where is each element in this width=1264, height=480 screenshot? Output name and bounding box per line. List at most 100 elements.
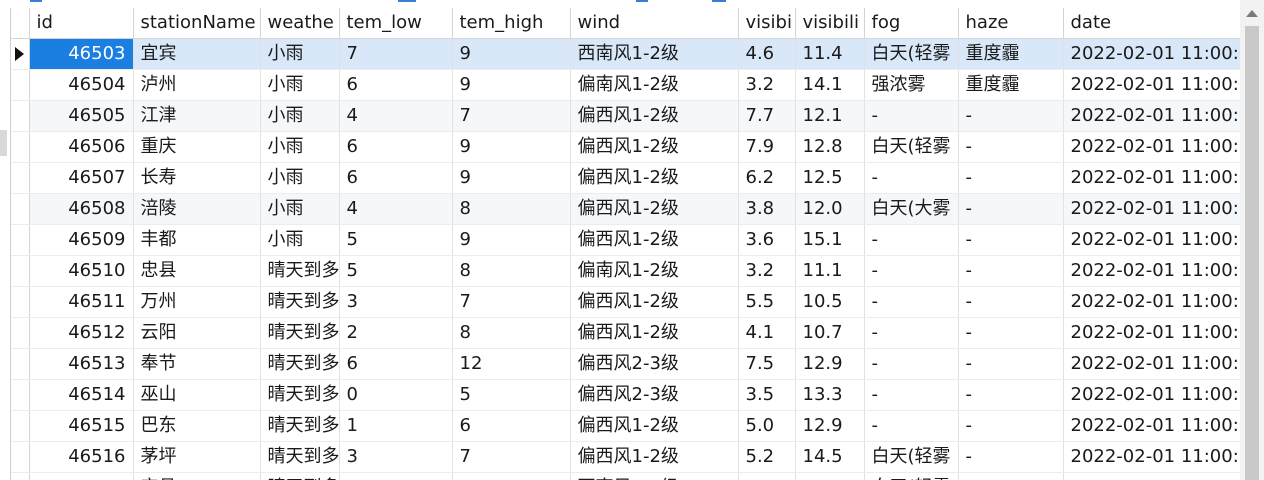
- cell-haze[interactable]: -: [958, 162, 1064, 194]
- table-row[interactable]: 46509 丰都 小雨 5 9 偏西风1-2级 3.6 15.1- -2022-02-01 11…: [11, 224, 1241, 256]
- cell-date[interactable]: 2022-02-01 11:00:0: [1063, 441, 1241, 473]
- cell-fog[interactable]: 白天(轻雾: [864, 131, 959, 163]
- cell-tem_low[interactable]: 5: [339, 255, 453, 287]
- cell-tem_low[interactable]: 6: [339, 162, 453, 194]
- cell-tem_low[interactable]: 3: [339, 286, 453, 318]
- cell-tem_high[interactable]: 12: [452, 348, 571, 380]
- cell-stationName[interactable]: 长寿: [133, 162, 261, 194]
- cell-stationName[interactable]: 万州: [133, 286, 261, 318]
- column-header-visibi[interactable]: visibi: [738, 8, 796, 39]
- cell-wind[interactable]: 偏西风1-2级: [570, 286, 739, 318]
- cell-fog[interactable]: -: [864, 224, 959, 256]
- table-row[interactable]: 46516 茅坪 晴天到多 3 7 偏西风1-2级 5.2 14.5 白天(轻雾 -2022-02…: [11, 441, 1241, 473]
- cell-date[interactable]: 2022-02-01 11:00:0: [1063, 162, 1241, 194]
- cell-visibili[interactable]: 11.1: [795, 255, 865, 287]
- row-indicator[interactable]: [11, 379, 30, 411]
- cell-tem_low[interactable]: 3: [339, 441, 453, 473]
- cell-haze[interactable]: -: [958, 441, 1064, 473]
- cell-wind[interactable]: 偏南风1-2级: [570, 69, 739, 101]
- cell-tem_high[interactable]: 8: [452, 255, 571, 287]
- cell-weathe[interactable]: 小雨: [260, 224, 340, 256]
- cell-weathe[interactable]: 晴天到多: [260, 317, 340, 349]
- cell-wind[interactable]: 偏南风1-2级: [570, 255, 739, 287]
- cell-weathe[interactable]: 小雨: [260, 131, 340, 163]
- cell-wind[interactable]: 西南风1-2级: [570, 38, 739, 70]
- column-header-tem_low[interactable]: tem_low: [339, 8, 453, 39]
- row-indicator[interactable]: [11, 410, 30, 442]
- cell-date[interactable]: 2022-02-01 11:00:0: [1063, 317, 1241, 349]
- cell-stationName[interactable]: 云阳: [133, 317, 261, 349]
- cell-visibili[interactable]: 15.4: [795, 472, 865, 480]
- cell-tem_low[interactable]: 1: [339, 410, 453, 442]
- table-row[interactable]: 46510 忠县 晴天到多 5 8 偏南风1-2级 3.2 11.1- -2022-02-01 …: [11, 255, 1241, 287]
- cell-weathe[interactable]: 晴天到多: [260, 348, 340, 380]
- cell-weathe[interactable]: 晴天到多: [260, 286, 340, 318]
- cell-haze[interactable]: -: [958, 286, 1064, 318]
- cell-fog[interactable]: 白天(轻雾: [864, 38, 959, 70]
- cell-haze[interactable]: -: [958, 317, 1064, 349]
- cell-wind[interactable]: 偏西风1-2级: [570, 410, 739, 442]
- column-header-stationName[interactable]: stationName: [133, 8, 261, 39]
- cell-stationName[interactable]: 丰都: [133, 224, 261, 256]
- row-indicator[interactable]: [11, 69, 30, 101]
- cell-tem_high[interactable]: 6: [452, 472, 571, 480]
- cell-wind[interactable]: 偏西风2-3级: [570, 348, 739, 380]
- cell-haze[interactable]: -: [958, 379, 1064, 411]
- cell-visibili[interactable]: 13.3: [795, 379, 865, 411]
- cell-wind[interactable]: 偏西风1-2级: [570, 162, 739, 194]
- cell-stationName[interactable]: 茅坪: [133, 441, 261, 473]
- result-grid[interactable]: id stationName weathe tem_low tem_high wind vi…: [10, 8, 1241, 480]
- cell-tem_low[interactable]: 5: [339, 224, 453, 256]
- cell-date[interactable]: 2022-02-01 11:00:0: [1063, 472, 1241, 480]
- table-row[interactable]: 46514 巫山 晴天到多 0 5 偏西风2-3级 3.5 13.3- -2022-02-01 …: [11, 379, 1241, 411]
- cell-weathe[interactable]: 晴天到多: [260, 379, 340, 411]
- cell-visibili[interactable]: 15.1: [795, 224, 865, 256]
- cell-haze[interactable]: -: [958, 410, 1064, 442]
- cell-visibi[interactable]: 6.2: [738, 162, 796, 194]
- cell-visibili[interactable]: 14.5: [795, 441, 865, 473]
- cell-weathe[interactable]: 晴天到多: [260, 410, 340, 442]
- cell-wind[interactable]: 偏西风2-3级: [570, 379, 739, 411]
- cell-haze[interactable]: -: [958, 472, 1064, 480]
- cell-date[interactable]: 2022-02-01 11:00:0: [1063, 38, 1241, 70]
- cell-tem_high[interactable]: 9: [452, 162, 571, 194]
- cell-date[interactable]: 2022-02-01 11:00:0: [1063, 224, 1241, 256]
- cell-visibi[interactable]: 3.5: [738, 379, 796, 411]
- cell-fog[interactable]: -: [864, 162, 959, 194]
- cell-visibili[interactable]: 12.9: [795, 410, 865, 442]
- cell-haze[interactable]: 重度霾: [958, 38, 1064, 70]
- table-row[interactable]: 46511 万州 晴天到多 3 7 偏西风1-2级 5.5 10.5- -2022-02-01 …: [11, 286, 1241, 318]
- row-indicator[interactable]: [11, 224, 30, 256]
- cell-id[interactable]: 46515: [29, 410, 134, 442]
- cell-tem_high[interactable]: 9: [452, 69, 571, 101]
- row-indicator[interactable]: [11, 131, 30, 163]
- cell-date[interactable]: 2022-02-01 11:00:0: [1063, 410, 1241, 442]
- cell-visibili[interactable]: 14.1: [795, 69, 865, 101]
- cell-tem_high[interactable]: 8: [452, 317, 571, 349]
- cell-visibi[interactable]: 5.2: [738, 441, 796, 473]
- cell-haze[interactable]: -: [958, 348, 1064, 380]
- cell-visibi[interactable]: 4.1: [738, 317, 796, 349]
- cell-stationName[interactable]: 泸州: [133, 69, 261, 101]
- cell-stationName[interactable]: 重庆: [133, 131, 261, 163]
- cell-tem_high[interactable]: 9: [452, 131, 571, 163]
- scroll-thumb[interactable]: [1245, 26, 1259, 480]
- cell-tem_low[interactable]: 0: [339, 379, 453, 411]
- cell-visibili[interactable]: 12.0: [795, 193, 865, 225]
- cell-wind[interactable]: 偏西风1-2级: [570, 100, 739, 132]
- table-row[interactable]: 46505 江津 小雨 4 7 偏西风1-2级 7.7 12.1- -2022-02-01 11…: [11, 100, 1241, 132]
- cell-visibi[interactable]: 5.0: [738, 410, 796, 442]
- column-header-fog[interactable]: fog: [864, 8, 959, 39]
- cell-visibi[interactable]: 7.9: [738, 131, 796, 163]
- cell-wind[interactable]: 西南风1-2级: [570, 472, 739, 480]
- table-row[interactable]: 46504 泸州 小雨 6 9 偏南风1-2级 3.2 14.1 强浓雾 重度霾 2022-02-0…: [11, 69, 1241, 101]
- cell-tem_low[interactable]: 2: [339, 472, 453, 480]
- cell-id[interactable]: 46504: [29, 69, 134, 101]
- cell-id[interactable]: 46506: [29, 131, 134, 163]
- row-indicator[interactable]: [11, 317, 30, 349]
- vertical-scrollbar[interactable]: [1240, 0, 1264, 480]
- cell-tem_low[interactable]: 2: [339, 317, 453, 349]
- column-header-tem_high[interactable]: tem_high: [452, 8, 571, 39]
- cell-visibili[interactable]: 10.7: [795, 317, 865, 349]
- cell-date[interactable]: 2022-02-01 11:00:0: [1063, 286, 1241, 318]
